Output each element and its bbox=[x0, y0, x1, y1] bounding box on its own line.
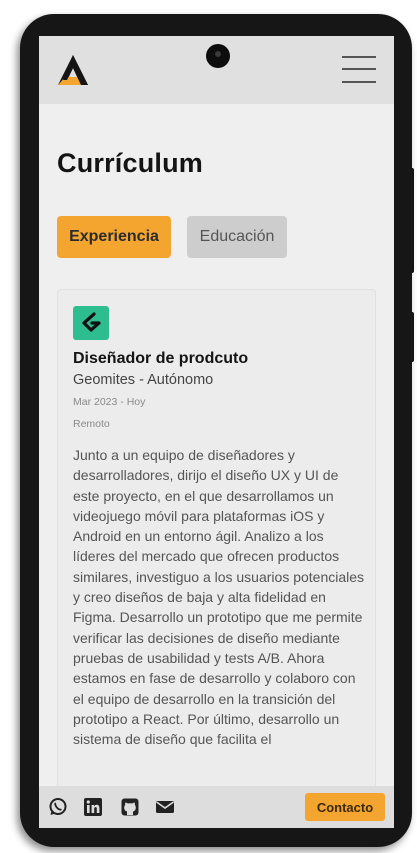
screen: Currículum Experiencia Educación Diseñad… bbox=[39, 36, 394, 828]
mail-icon[interactable] bbox=[155, 797, 175, 817]
job-location: Remoto bbox=[73, 418, 110, 430]
tab-experiencia[interactable]: Experiencia bbox=[57, 216, 171, 258]
job-company: Geomites - Autónomo bbox=[73, 372, 214, 388]
linkedin-icon[interactable] bbox=[83, 797, 103, 817]
experience-card: Diseñador de prodcuto Geomites - Autónom… bbox=[57, 289, 376, 828]
app-header bbox=[39, 36, 394, 104]
job-description: Junto a un equipo de diseñadores y desar… bbox=[73, 447, 365, 748]
job-dates: Mar 2023 - Hoy bbox=[73, 396, 146, 408]
hamburger-icon[interactable] bbox=[342, 54, 376, 84]
contact-button[interactable]: Contacto bbox=[305, 793, 385, 821]
front-camera bbox=[206, 44, 230, 68]
job-title: Diseñador de prodcuto bbox=[73, 350, 249, 367]
triangle-a-logo-icon[interactable] bbox=[55, 53, 91, 87]
whatsapp-icon[interactable] bbox=[48, 797, 68, 817]
footer-bar: Contacto bbox=[39, 786, 394, 828]
github-icon[interactable] bbox=[120, 797, 140, 817]
page-title: Currículum bbox=[57, 148, 204, 178]
tab-educacion[interactable]: Educación bbox=[187, 216, 287, 258]
geomites-logo-icon bbox=[73, 306, 109, 340]
